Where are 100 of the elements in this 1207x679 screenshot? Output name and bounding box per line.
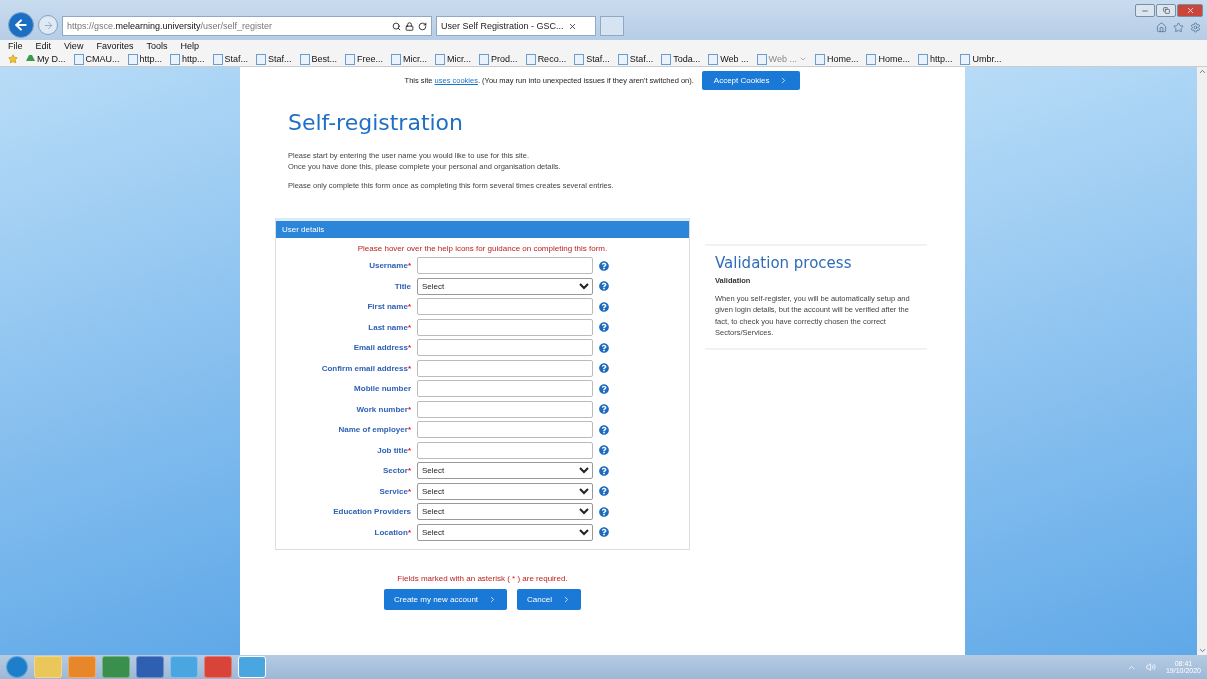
favorite-link[interactable]: Staf...: [617, 53, 654, 65]
home-icon[interactable]: [1156, 22, 1167, 33]
text-field[interactable]: [417, 421, 593, 439]
favorite-link[interactable]: Staf...: [212, 53, 249, 65]
menu-item[interactable]: Favorites: [96, 41, 134, 51]
close-button[interactable]: [1177, 4, 1203, 17]
help-icon[interactable]: [599, 424, 609, 435]
field-label: Education Providers: [332, 507, 411, 517]
favorite-link[interactable]: Home...: [866, 53, 910, 65]
volume-icon[interactable]: [1145, 662, 1156, 672]
favorite-link[interactable]: Web ...: [756, 53, 807, 65]
browser-tab[interactable]: User Self Registration - GSC...: [436, 16, 596, 36]
scroll-up-icon[interactable]: [1197, 67, 1207, 76]
select-field[interactable]: Select: [417, 462, 593, 480]
forward-button[interactable]: [38, 15, 58, 35]
field-label: Confirm email address*: [320, 363, 411, 373]
text-field[interactable]: [417, 441, 593, 459]
hint-text: Please hover over the help icons for guidance on completing this form.: [356, 243, 609, 253]
select-field[interactable]: Select: [417, 503, 593, 521]
settings-icon[interactable]: [1190, 22, 1201, 33]
menu-item[interactable]: Help: [180, 41, 199, 51]
drive-icon: [26, 55, 35, 63]
field-label: Email address*: [352, 343, 411, 353]
favorite-link[interactable]: Web ...: [708, 53, 749, 65]
favorite-link[interactable]: Umbr...: [960, 53, 1002, 65]
favorite-link[interactable]: http...: [170, 53, 205, 65]
taskbar-app-icon[interactable]: [102, 656, 130, 678]
help-icon[interactable]: [599, 342, 609, 353]
help-icon[interactable]: [599, 506, 609, 517]
help-icon[interactable]: [599, 363, 609, 374]
search-icon[interactable]: [392, 21, 401, 31]
scroll-down-icon[interactable]: [1197, 646, 1207, 655]
help-icon[interactable]: [599, 260, 609, 271]
favorite-link[interactable]: Home...: [814, 53, 859, 65]
help-icon[interactable]: [599, 281, 609, 292]
field-label: Sector*: [381, 466, 411, 476]
help-icon[interactable]: [599, 404, 609, 415]
text-field[interactable]: [417, 318, 593, 336]
favorite-link[interactable]: My D...: [26, 54, 66, 64]
taskbar-app-icon[interactable]: [204, 656, 232, 678]
menu-item[interactable]: View: [64, 41, 84, 51]
scrollbar[interactable]: [1197, 67, 1207, 655]
favorite-link[interactable]: CMAU...: [73, 53, 120, 65]
favorite-link[interactable]: Reco...: [525, 53, 567, 65]
text-field[interactable]: [417, 400, 593, 418]
favorites-star-icon[interactable]: [8, 54, 18, 64]
text-field[interactable]: [417, 298, 593, 316]
help-icon[interactable]: [599, 486, 609, 497]
favorite-link[interactable]: Free...: [345, 53, 384, 65]
text-field[interactable]: [417, 339, 593, 357]
help-icon[interactable]: [599, 527, 609, 538]
help-icon[interactable]: [599, 465, 609, 476]
help-icon[interactable]: [599, 445, 609, 456]
required-note: Fields marked with an asterisk ( * ) are required.: [396, 573, 569, 583]
menu-item[interactable]: File: [8, 41, 23, 51]
start-button[interactable]: [6, 656, 28, 678]
page-title: Self-registration: [288, 110, 465, 135]
help-icon[interactable]: [599, 383, 609, 394]
favorite-link[interactable]: Best...: [299, 53, 338, 65]
favorite-link[interactable]: http...: [917, 53, 953, 65]
select-field[interactable]: Select: [417, 523, 593, 541]
favorite-link[interactable]: Staf...: [574, 53, 610, 65]
select-field[interactable]: Select: [417, 482, 593, 500]
taskbar-app-icon[interactable]: [238, 656, 266, 678]
menu-item[interactable]: Edit: [35, 41, 52, 51]
favorite-link[interactable]: Staf...: [256, 53, 292, 65]
new-tab-button[interactable]: [600, 16, 624, 36]
caret-icon: [798, 55, 807, 63]
text-field[interactable]: [417, 257, 593, 275]
select-field[interactable]: Select: [417, 277, 593, 295]
text-field[interactable]: [417, 380, 593, 398]
minimize-button[interactable]: [1135, 4, 1155, 17]
favorite-link[interactable]: http...: [127, 53, 163, 65]
favorite-link[interactable]: Toda...: [661, 53, 701, 65]
accept-cookies-button[interactable]: Accept Cookies: [701, 71, 801, 90]
back-button[interactable]: [8, 12, 34, 38]
refresh-icon[interactable]: [418, 21, 427, 31]
text-field[interactable]: [417, 359, 593, 377]
star-icon[interactable]: [1173, 22, 1184, 33]
favorite-link[interactable]: Micr...: [435, 53, 472, 65]
menu-item[interactable]: Tools: [146, 41, 168, 51]
restore-icon: [1162, 7, 1170, 14]
taskbar-app-icon[interactable]: [170, 656, 198, 678]
cancel-button[interactable]: Cancel: [517, 588, 581, 610]
taskbar-app-icon[interactable]: [136, 656, 164, 678]
favorite-link[interactable]: Micr...: [391, 53, 428, 65]
lock-icon: [405, 21, 414, 31]
close-icon[interactable]: [567, 21, 577, 31]
panel-header: User details: [276, 217, 689, 238]
field-label: Username*: [368, 261, 411, 271]
address-bar[interactable]: https://gsce.melearning.university/user/self_register: [62, 16, 432, 36]
favorite-link[interactable]: Prod...: [479, 53, 518, 65]
taskbar-app-icon[interactable]: [68, 656, 96, 678]
restore-button[interactable]: [1156, 4, 1176, 17]
help-icon[interactable]: [599, 301, 609, 312]
field-label: Last name*: [367, 322, 411, 332]
field-label: Work number*: [355, 404, 411, 414]
create-account-button[interactable]: Create my new account: [384, 588, 508, 610]
field-label: Mobile number: [353, 384, 411, 394]
help-icon[interactable]: [599, 322, 609, 333]
